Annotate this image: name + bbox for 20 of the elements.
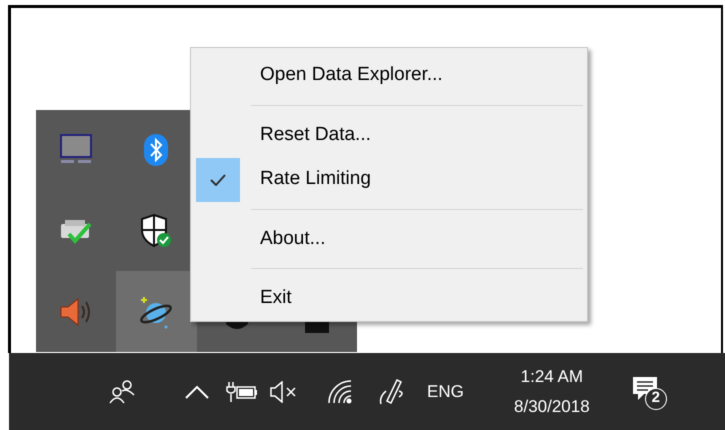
notification-count: 2: [644, 388, 667, 410]
clock-time: 1:24 AM: [520, 366, 584, 388]
menu-item[interactable]: Open Data Explorer...: [191, 53, 587, 98]
pen-icon[interactable]: [377, 376, 405, 406]
battery-plug-icon[interactable]: [225, 380, 259, 402]
planet-icon[interactable]: [138, 294, 174, 329]
chevron-up-icon[interactable]: [185, 384, 209, 398]
clock[interactable]: 1:24 AM 8/30/2018: [502, 362, 602, 422]
menu-item[interactable]: Rate Limiting: [191, 157, 587, 202]
clock-date: 8/30/2018: [514, 396, 590, 418]
menu-item[interactable]: Reset Data...: [191, 112, 587, 158]
menu-item[interactable]: About...: [191, 216, 587, 262]
checkmark-icon: [210, 174, 226, 186]
language-indicator[interactable]: ENG: [427, 378, 464, 404]
people-icon[interactable]: [109, 378, 135, 404]
action-center-button[interactable]: 2: [632, 372, 668, 412]
menu-item[interactable]: Exit: [191, 276, 587, 322]
wifi-icon[interactable]: [327, 378, 353, 404]
shield-check-icon[interactable]: [140, 214, 172, 248]
bluetooth-icon[interactable]: [143, 133, 170, 168]
